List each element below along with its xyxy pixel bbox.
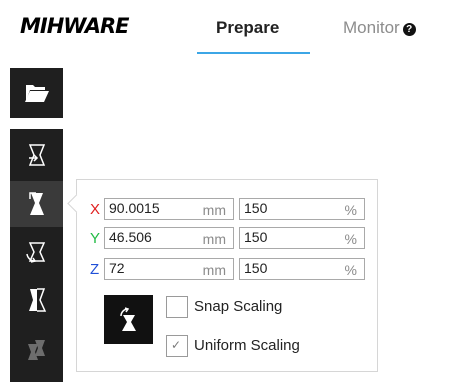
size-z-value: 72 [109, 260, 125, 276]
app-logo: MIHWARE [20, 14, 129, 38]
translate-tool-button[interactable] [10, 132, 63, 178]
size-x-value: 90.0015 [109, 200, 160, 216]
percent-x-value: 150 [244, 200, 268, 216]
tab-monitor[interactable]: Monitor? [343, 18, 416, 38]
percent-z-unit: % [344, 262, 357, 278]
percent-y-input[interactable]: 150 % [239, 227, 365, 249]
size-y-unit: mm [202, 231, 226, 247]
tool-strip [10, 129, 63, 382]
checkmark-icon: ✓ [171, 338, 182, 352]
percent-z-value: 150 [244, 260, 268, 276]
percent-y-unit: % [344, 231, 357, 247]
percent-x-unit: % [344, 202, 357, 218]
size-y-input[interactable]: 46.506 mm [104, 227, 234, 249]
panel-pointer [67, 194, 86, 213]
percent-x-input[interactable]: 150 % [239, 198, 365, 220]
snap-scaling-label[interactable]: Snap Scaling [194, 298, 282, 315]
tab-prepare-label: Prepare [216, 18, 280, 37]
uniform-scaling-label[interactable]: Uniform Scaling [194, 337, 300, 354]
scale-tool-icon [28, 192, 44, 215]
open-file-button[interactable] [10, 68, 63, 118]
top-bar: MIHWARE Prepare Monitor? [0, 0, 458, 60]
question-circle-icon: ? [402, 23, 416, 36]
folder-open-icon [10, 70, 63, 116]
scale-to-max-button[interactable] [104, 295, 153, 344]
per-object-settings-button[interactable] [10, 327, 63, 373]
size-z-input[interactable]: 72 mm [104, 258, 234, 280]
scale-tool-button[interactable] [10, 181, 63, 227]
axis-y-label: Y [90, 230, 101, 247]
size-x-input[interactable]: 90.0015 mm [104, 198, 234, 220]
snap-scaling-checkbox[interactable] [166, 296, 188, 318]
active-tab-indicator [197, 52, 310, 54]
rotate-tool-button[interactable] [10, 229, 63, 275]
size-z-unit: mm [202, 262, 226, 278]
percent-z-input[interactable]: 150 % [239, 258, 365, 280]
tab-prepare[interactable]: Prepare [216, 18, 279, 38]
percent-y-value: 150 [244, 229, 268, 245]
axis-x-label: X [90, 201, 101, 218]
axis-z-label: Z [90, 261, 100, 278]
rotate-tool-icon [25, 242, 45, 263]
size-y-value: 46.506 [109, 229, 152, 245]
uniform-scaling-checkbox[interactable]: ✓ [166, 335, 188, 357]
scale-to-max-icon [119, 306, 136, 331]
mirror-tool-icon [28, 288, 46, 312]
tab-monitor-label: Monitor [343, 18, 400, 37]
translate-tool-icon [28, 144, 45, 166]
mirror-tool-button[interactable] [10, 277, 63, 323]
size-x-unit: mm [202, 202, 226, 218]
scale-panel: X 90.0015 mm 150 % Y 46.506 mm 150 % Z 7… [67, 179, 378, 372]
per-object-settings-icon [27, 340, 45, 360]
